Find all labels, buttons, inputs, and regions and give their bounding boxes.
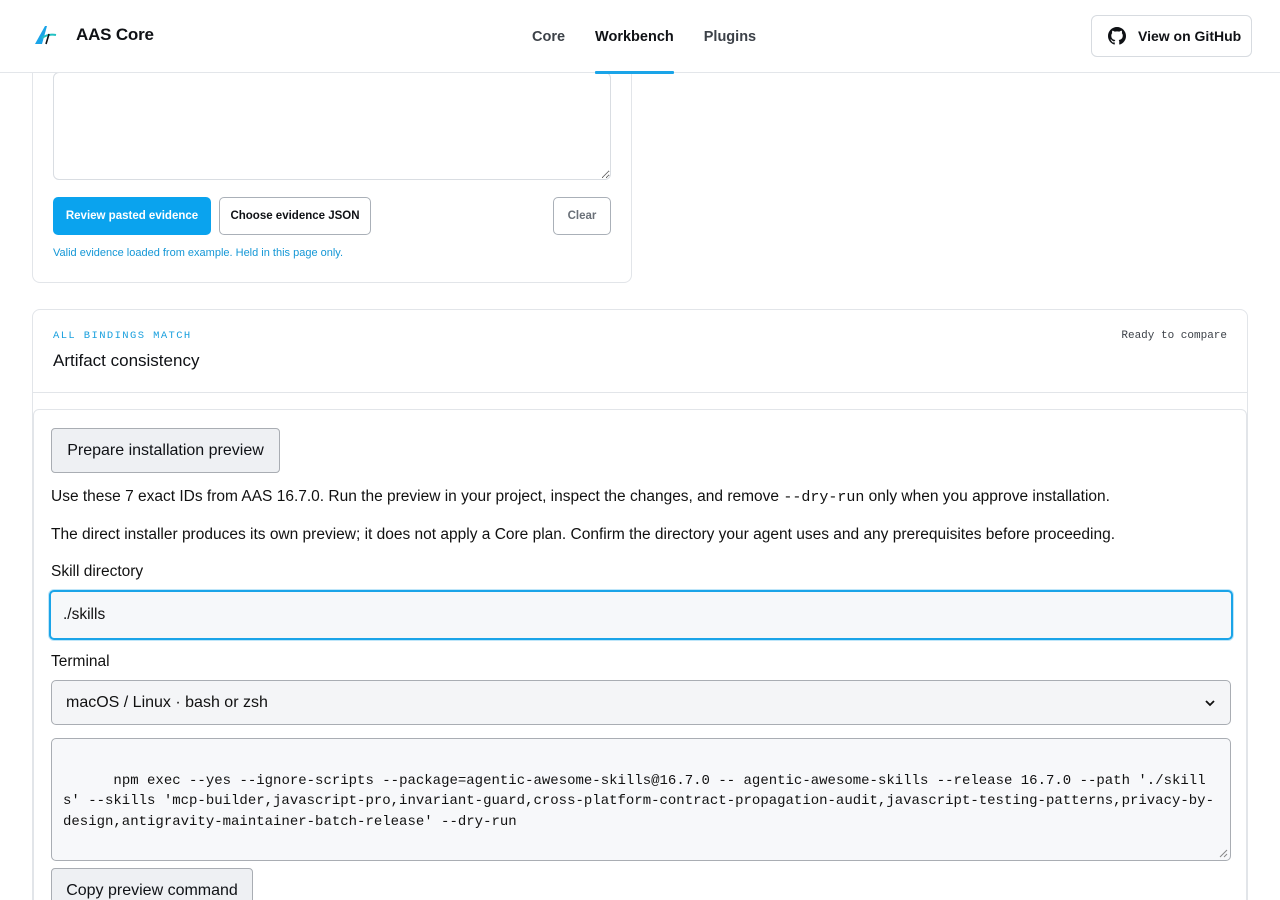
artifact-title: Artifact consistency (53, 351, 200, 370)
bindings-status-eyebrow: ALL BINDINGS MATCH (53, 330, 192, 342)
skill-directory-input[interactable] (49, 590, 1233, 640)
evidence-card: Review pasted evidence Choose evidence J… (32, 60, 632, 283)
preview-command-textarea[interactable]: npm exec --yes --ignore-scripts --packag… (51, 738, 1231, 861)
artifact-consistency-card: ALL BINDINGS MATCH Artifact consistency … (32, 309, 1248, 900)
choose-evidence-json-button[interactable]: Choose evidence JSON (219, 197, 371, 235)
terminal-selected-value: macOS / Linux · bash or zsh (66, 693, 268, 711)
main-nav: Core Workbench Plugins (532, 0, 756, 74)
terminal-label: Terminal (51, 653, 110, 670)
view-on-github-button[interactable]: View on GitHub (1091, 15, 1252, 57)
github-icon (1108, 27, 1126, 45)
nav-tab-core[interactable]: Core (532, 0, 565, 73)
clear-button[interactable]: Clear (553, 197, 611, 235)
resize-grip-icon[interactable] (1219, 849, 1228, 858)
brand-name: AAS Core (76, 25, 154, 44)
artifact-card-header: ALL BINDINGS MATCH Artifact consistency … (33, 310, 1247, 393)
nav-tab-plugins[interactable]: Plugins (704, 0, 756, 73)
installation-preview-panel: Prepare installation preview Use these 7… (33, 409, 1247, 900)
chevron-down-icon (1205, 699, 1215, 706)
brand-logo-icon (35, 26, 57, 45)
installer-note: The direct installer produces its own pr… (51, 526, 1116, 543)
github-label: View on GitHub (1138, 28, 1242, 44)
evidence-status: Valid evidence loaded from example. Held… (53, 247, 344, 259)
review-pasted-evidence-button[interactable]: Review pasted evidence (53, 197, 211, 235)
copy-preview-command-button[interactable]: Copy preview command (51, 868, 253, 900)
prepare-installation-preview-button[interactable]: Prepare installation preview (51, 428, 280, 473)
top-navigation-bar: AAS Core Core Workbench Plugins View on … (0, 0, 1280, 74)
dry-run-code: --dry-run (783, 489, 865, 506)
intro-text-part: Use these 7 exact IDs from AAS 16.7.0. R… (51, 488, 784, 505)
intro-text-part: only when you approve installation. (864, 488, 1110, 505)
evidence-textarea[interactable] (53, 72, 611, 180)
compare-status: Ready to compare (1121, 330, 1227, 342)
brand[interactable]: AAS Core (32, 22, 154, 48)
nav-tab-workbench[interactable]: Workbench (595, 0, 674, 74)
skill-directory-label: Skill directory (51, 563, 144, 580)
intro-text: Use these 7 exact IDs from AAS 16.7.0. R… (51, 488, 1110, 506)
preview-command-text: npm exec --yes --ignore-scripts --packag… (63, 772, 1214, 830)
terminal-select[interactable]: macOS / Linux · bash or zsh (51, 680, 1231, 725)
